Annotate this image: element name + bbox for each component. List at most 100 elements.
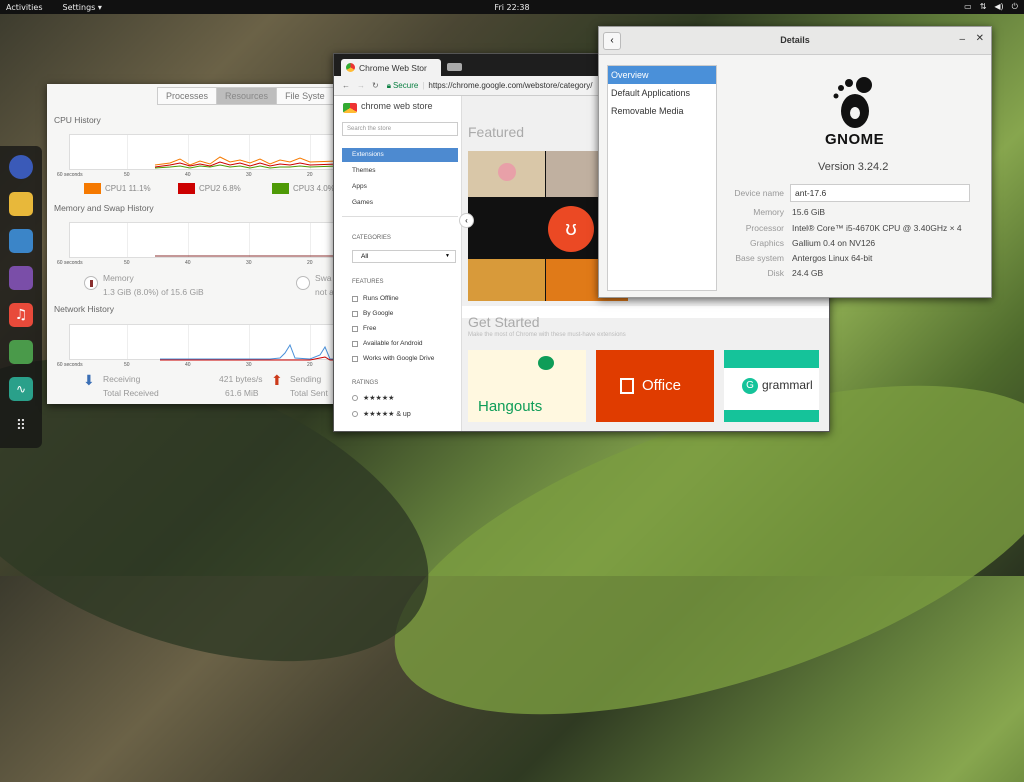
url-input[interactable]: https://chrome.google.com/webstore/categ… xyxy=(428,81,592,90)
hangouts-icon xyxy=(538,356,554,370)
top-bar: Activities Settings ▾ Fri 22:38 ▭ ⇅ ◀) ⏻ xyxy=(0,0,1024,14)
chat-bird-icon[interactable] xyxy=(9,266,33,290)
checkbox[interactable] xyxy=(352,325,358,332)
processor-value: Intel® Core™ i5-4670K CPU @ 3.40GHz × 4 xyxy=(792,223,962,233)
memory-label: Memory xyxy=(103,273,134,283)
forward-icon[interactable]: → xyxy=(357,81,365,90)
network-icon[interactable]: ⇅ xyxy=(980,2,987,12)
new-tab-button[interactable] xyxy=(447,63,462,71)
files-icon[interactable] xyxy=(9,192,33,216)
rating-5-stars[interactable]: ★★★★★ xyxy=(352,394,394,402)
reload-icon[interactable]: ↻ xyxy=(372,81,379,90)
carousel-left-arrow-icon[interactable]: ‹ xyxy=(459,213,474,228)
base-system-label: Base system xyxy=(735,253,784,263)
feature-label: Works with Google Drive xyxy=(363,355,435,362)
grammarly-tile[interactable]: G grammarl xyxy=(724,350,819,422)
feature-free[interactable]: Free xyxy=(352,325,376,332)
tab-chrome-web-store[interactable]: Chrome Web Stor xyxy=(341,59,441,76)
mem-axis-60: 60 seconds xyxy=(57,260,83,266)
category-extensions[interactable]: Extensions xyxy=(342,148,458,162)
tab-file-systems[interactable]: File Syste xyxy=(277,88,334,104)
device-name-input[interactable]: ant-17.6 xyxy=(790,184,970,202)
app-grid-icon[interactable]: ⠿ xyxy=(9,414,33,438)
volume-icon[interactable]: ◀) xyxy=(994,2,1003,12)
back-icon[interactable]: ← xyxy=(342,81,350,90)
cpu-history-title: CPU History xyxy=(54,115,101,125)
stumbleupon-icon: ʊ xyxy=(548,206,594,252)
music-icon[interactable]: ♫ xyxy=(9,303,33,327)
sending-label: Sending xyxy=(290,374,322,384)
minimize-button[interactable]: – xyxy=(959,34,965,45)
sending-arrow-icon[interactable]: ⬆ xyxy=(271,372,283,389)
tab-resources[interactable]: Resources xyxy=(217,88,278,104)
system-monitor-icon[interactable]: ∿ xyxy=(9,377,33,401)
sidebar-item-removable-media[interactable]: Removable Media xyxy=(608,102,716,120)
screen-icon[interactable]: ▭ xyxy=(964,2,972,12)
swap-pie-icon[interactable] xyxy=(296,276,310,290)
cpu3-label: CPU3 4.0% xyxy=(293,184,335,193)
checkbox[interactable] xyxy=(352,340,358,347)
receiving-label: Receiving xyxy=(103,374,141,384)
receiving-arrow-icon[interactable]: ⬇ xyxy=(83,372,95,389)
category-themes[interactable]: Themes xyxy=(342,164,458,178)
feature-label: Available for Android xyxy=(363,340,423,347)
total-received-value: 61.6 MiB xyxy=(225,388,259,398)
feature-label: Free xyxy=(363,325,377,332)
mem-axis-20: 20 xyxy=(307,260,313,266)
close-button[interactable]: ✕ xyxy=(976,33,984,44)
search-input[interactable]: Search the store xyxy=(342,122,458,136)
system-monitor-window: Processes Resources File Syste CPU Histo… xyxy=(47,84,340,404)
categories-select[interactable]: All ▼ xyxy=(352,250,456,263)
checkbox[interactable] xyxy=(352,310,358,317)
processor-label: Processor xyxy=(745,223,784,233)
feature-runs-offline[interactable]: Runs Offline xyxy=(352,295,399,302)
clock[interactable]: Fri 22:38 xyxy=(494,3,529,12)
power-icon[interactable]: ⏻ xyxy=(1012,2,1018,12)
sidebar-item-overview[interactable]: Overview xyxy=(608,66,716,84)
lock-icon: 🔒︎ xyxy=(386,80,391,90)
feature-by-google[interactable]: By Google xyxy=(352,310,393,317)
settings-toggles-icon[interactable] xyxy=(9,340,33,364)
cpu3-color-swatch[interactable] xyxy=(272,183,289,194)
mem-axis-50: 50 xyxy=(124,260,130,266)
sidebar-item-default-applications[interactable]: Default Applications xyxy=(608,84,716,102)
secure-label: Secure xyxy=(392,81,419,90)
webstore-logo-icon xyxy=(343,103,357,113)
device-name-label: Device name xyxy=(734,188,784,198)
activities-button[interactable]: Activities xyxy=(6,3,43,12)
hangouts-tile[interactable]: Hangouts xyxy=(468,350,586,422)
memory-value: 15.6 GiB xyxy=(792,207,826,217)
dropdown-arrow-icon: ▼ xyxy=(445,253,450,259)
swap-value: not a xyxy=(315,287,334,297)
category-games[interactable]: Games xyxy=(342,196,458,210)
get-started-heading: Get Started xyxy=(468,314,540,330)
checkbox[interactable] xyxy=(352,295,358,302)
cpu-axis-50: 50 xyxy=(124,172,130,178)
wheat-image xyxy=(468,259,545,301)
app1-icon[interactable] xyxy=(9,155,33,179)
rating-stars: ★★★★★ xyxy=(363,395,395,402)
rating-4-up[interactable]: ★★★★★ & up xyxy=(352,410,411,418)
tab-processes[interactable]: Processes xyxy=(158,88,218,104)
network-history-title: Network History xyxy=(54,304,114,314)
webstore-favicon xyxy=(346,63,355,72)
magnifier-icon[interactable] xyxy=(9,229,33,253)
radio[interactable] xyxy=(352,411,358,417)
mem-axis-30: 30 xyxy=(246,260,252,266)
memory-pie-icon[interactable] xyxy=(84,276,98,290)
settings-app-menu[interactable]: Settings ▾ xyxy=(63,3,102,12)
system-tray[interactable]: ▭ ⇅ ◀) ⏻ xyxy=(964,2,1018,12)
feature-google-drive[interactable]: Works with Google Drive xyxy=(352,355,434,362)
cpu2-label: CPU2 6.8% xyxy=(199,184,241,193)
cpu1-color-swatch[interactable] xyxy=(84,183,101,194)
checkbox[interactable] xyxy=(352,355,358,362)
category-apps[interactable]: Apps xyxy=(342,180,458,194)
radio[interactable] xyxy=(352,395,358,401)
office-logo-icon xyxy=(620,378,634,394)
mem-axis-40: 40 xyxy=(185,260,191,266)
office-tile[interactable]: Office xyxy=(596,350,714,422)
cpu-axis-60: 60 seconds xyxy=(57,172,83,178)
feature-android[interactable]: Available for Android xyxy=(352,340,423,347)
cpu2-color-swatch[interactable] xyxy=(178,183,195,194)
tab-bar: Processes Resources File Syste xyxy=(157,87,335,105)
